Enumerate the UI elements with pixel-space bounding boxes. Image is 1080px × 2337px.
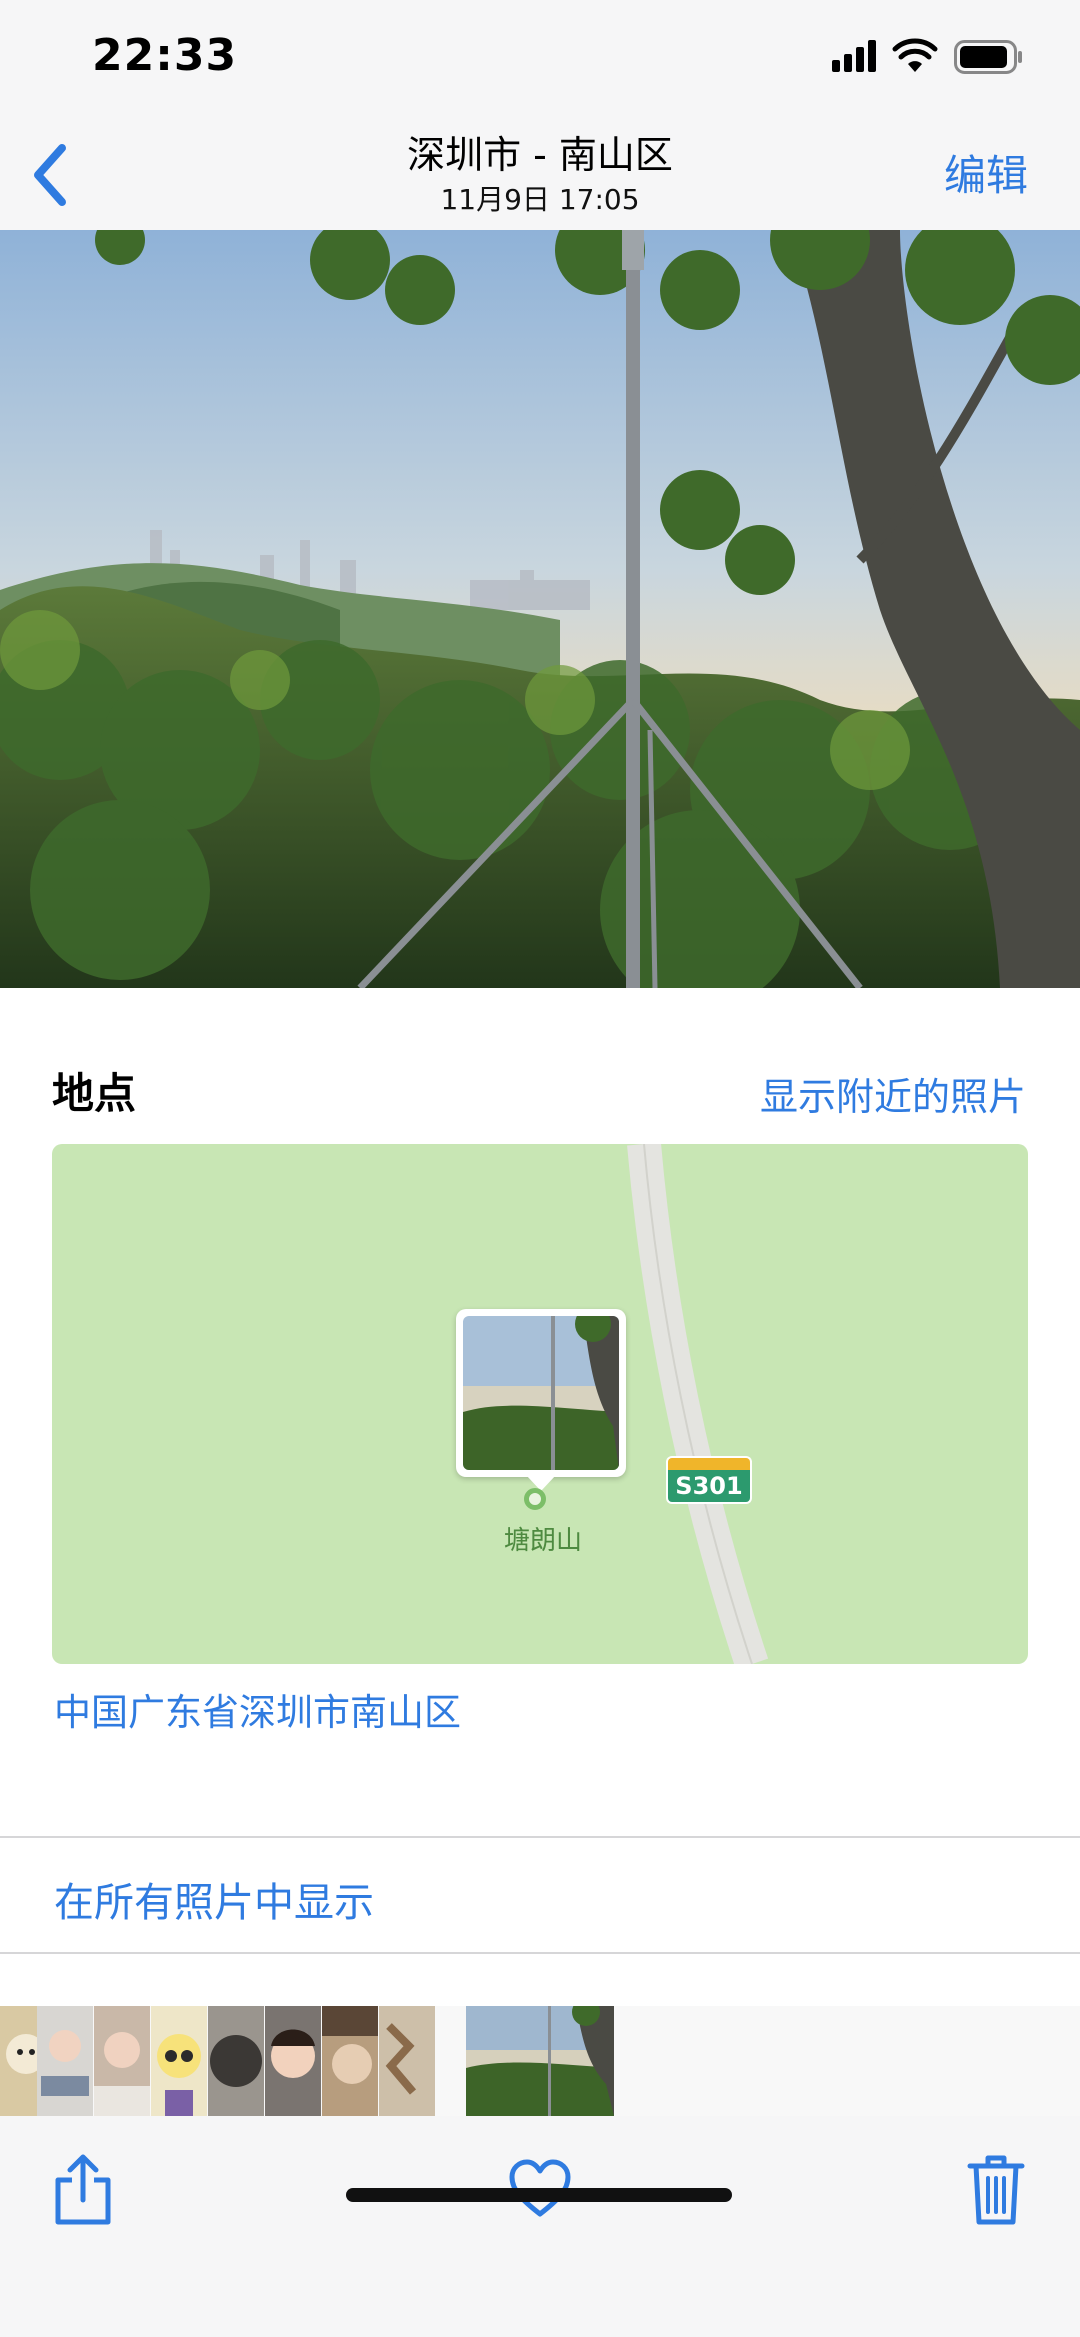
filmstrip-thumb[interactable]	[265, 2006, 321, 2116]
status-time: 22:33	[92, 30, 238, 81]
location-map[interactable]: 塘朗山 S301	[52, 1144, 1028, 1664]
trash-icon[interactable]	[966, 2152, 1026, 2226]
filmstrip-thumb[interactable]	[322, 2006, 378, 2116]
map-photo-pin[interactable]	[456, 1309, 626, 1491]
filmstrip-thumb[interactable]	[37, 2006, 93, 2116]
nav-bar: 深圳市 - 南山区 11月9日 17:05 编辑	[0, 120, 1080, 230]
photo-view[interactable]	[0, 230, 1080, 988]
map-place-label: 塘朗山	[504, 1526, 583, 1556]
home-indicator[interactable]	[346, 2188, 732, 2202]
show-nearby-photos-link[interactable]: 显示附近的照片	[760, 1066, 1026, 1121]
cellular-signal-icon	[832, 40, 876, 72]
road-shield: S301	[666, 1456, 752, 1506]
show-in-all-photos-link[interactable]: 在所有照片中显示	[54, 1870, 374, 1928]
wifi-icon	[892, 38, 938, 72]
road-shield-label: S301	[666, 1470, 752, 1504]
address-link[interactable]: 中国广东省深圳市南山区	[54, 1682, 461, 1736]
bottom-toolbar	[0, 2116, 1080, 2337]
page-subtitle: 11月9日 17:05	[440, 183, 640, 216]
filmstrip-current-thumb[interactable]	[466, 2006, 614, 2116]
divider	[0, 1952, 1080, 1954]
filmstrip-thumb[interactable]	[208, 2006, 264, 2116]
filmstrip-thumb[interactable]	[379, 2006, 435, 2116]
share-icon[interactable]	[50, 2152, 116, 2228]
edit-button[interactable]: 编辑	[944, 142, 1028, 203]
location-dot	[524, 1488, 546, 1510]
divider	[0, 1836, 1080, 1838]
page-title: 深圳市 - 南山区	[407, 133, 673, 177]
photo-filmstrip[interactable]	[0, 2006, 1080, 2116]
filmstrip-thumb[interactable]	[151, 2006, 207, 2116]
location-section-title: 地点	[52, 1069, 137, 1118]
pin-thumbnail	[463, 1316, 619, 1470]
landscape-photo	[0, 230, 1080, 988]
battery-icon	[954, 40, 1022, 74]
filmstrip-thumb[interactable]	[94, 2006, 150, 2116]
status-bar: 22:33	[0, 0, 1080, 120]
